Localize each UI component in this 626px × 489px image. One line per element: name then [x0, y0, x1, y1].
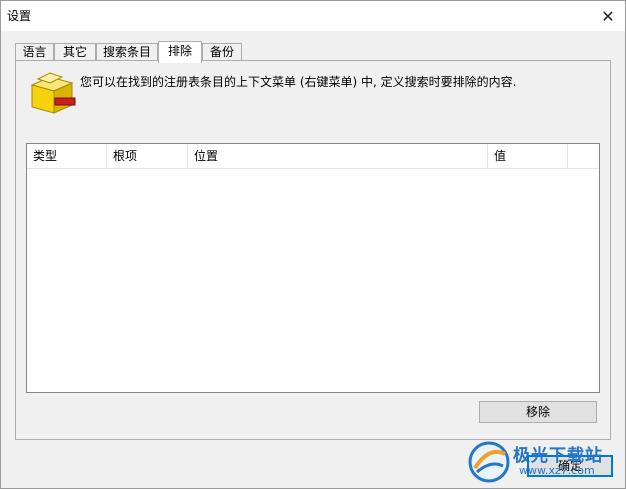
remove-button[interactable]: 移除 [479, 401, 597, 423]
tab-other[interactable]: 其它 [54, 43, 96, 61]
tab-exclude[interactable]: 排除 [158, 41, 202, 63]
column-header-type[interactable]: 类型 [27, 144, 107, 168]
title-bar: 设置 ✕ [1, 1, 625, 31]
window-title: 设置 [7, 9, 32, 23]
exclude-panel: 您可以在找到的注册表条目的上下文菜单 (右键菜单) 中, 定义搜索时要排除的内容… [15, 60, 611, 440]
column-header-value[interactable]: 值 [488, 144, 568, 168]
settings-dialog: 设置 ✕ 语言 其它 搜索条目 排除 备份 您可以在找到的注册表条目的上下文菜单… [0, 0, 626, 489]
tab-language[interactable]: 语言 [15, 43, 54, 61]
exclude-description: 您可以在找到的注册表条目的上下文菜单 (右键菜单) 中, 定义搜索时要排除的内容… [80, 75, 517, 89]
ok-button[interactable]: 确定 [527, 455, 613, 477]
list-header: 类型 根项 位置 值 [27, 144, 599, 169]
close-button[interactable]: ✕ [591, 1, 625, 31]
tab-backup[interactable]: 备份 [202, 43, 242, 61]
column-header-location[interactable]: 位置 [188, 144, 488, 168]
folder-remove-icon [30, 72, 76, 114]
column-header-root-key[interactable]: 根项 [107, 144, 188, 168]
exclusion-list[interactable]: 类型 根项 位置 值 [26, 143, 600, 393]
close-icon: ✕ [601, 6, 615, 26]
watermark-logo-icon [468, 441, 510, 483]
tab-search-items[interactable]: 搜索条目 [96, 43, 158, 61]
